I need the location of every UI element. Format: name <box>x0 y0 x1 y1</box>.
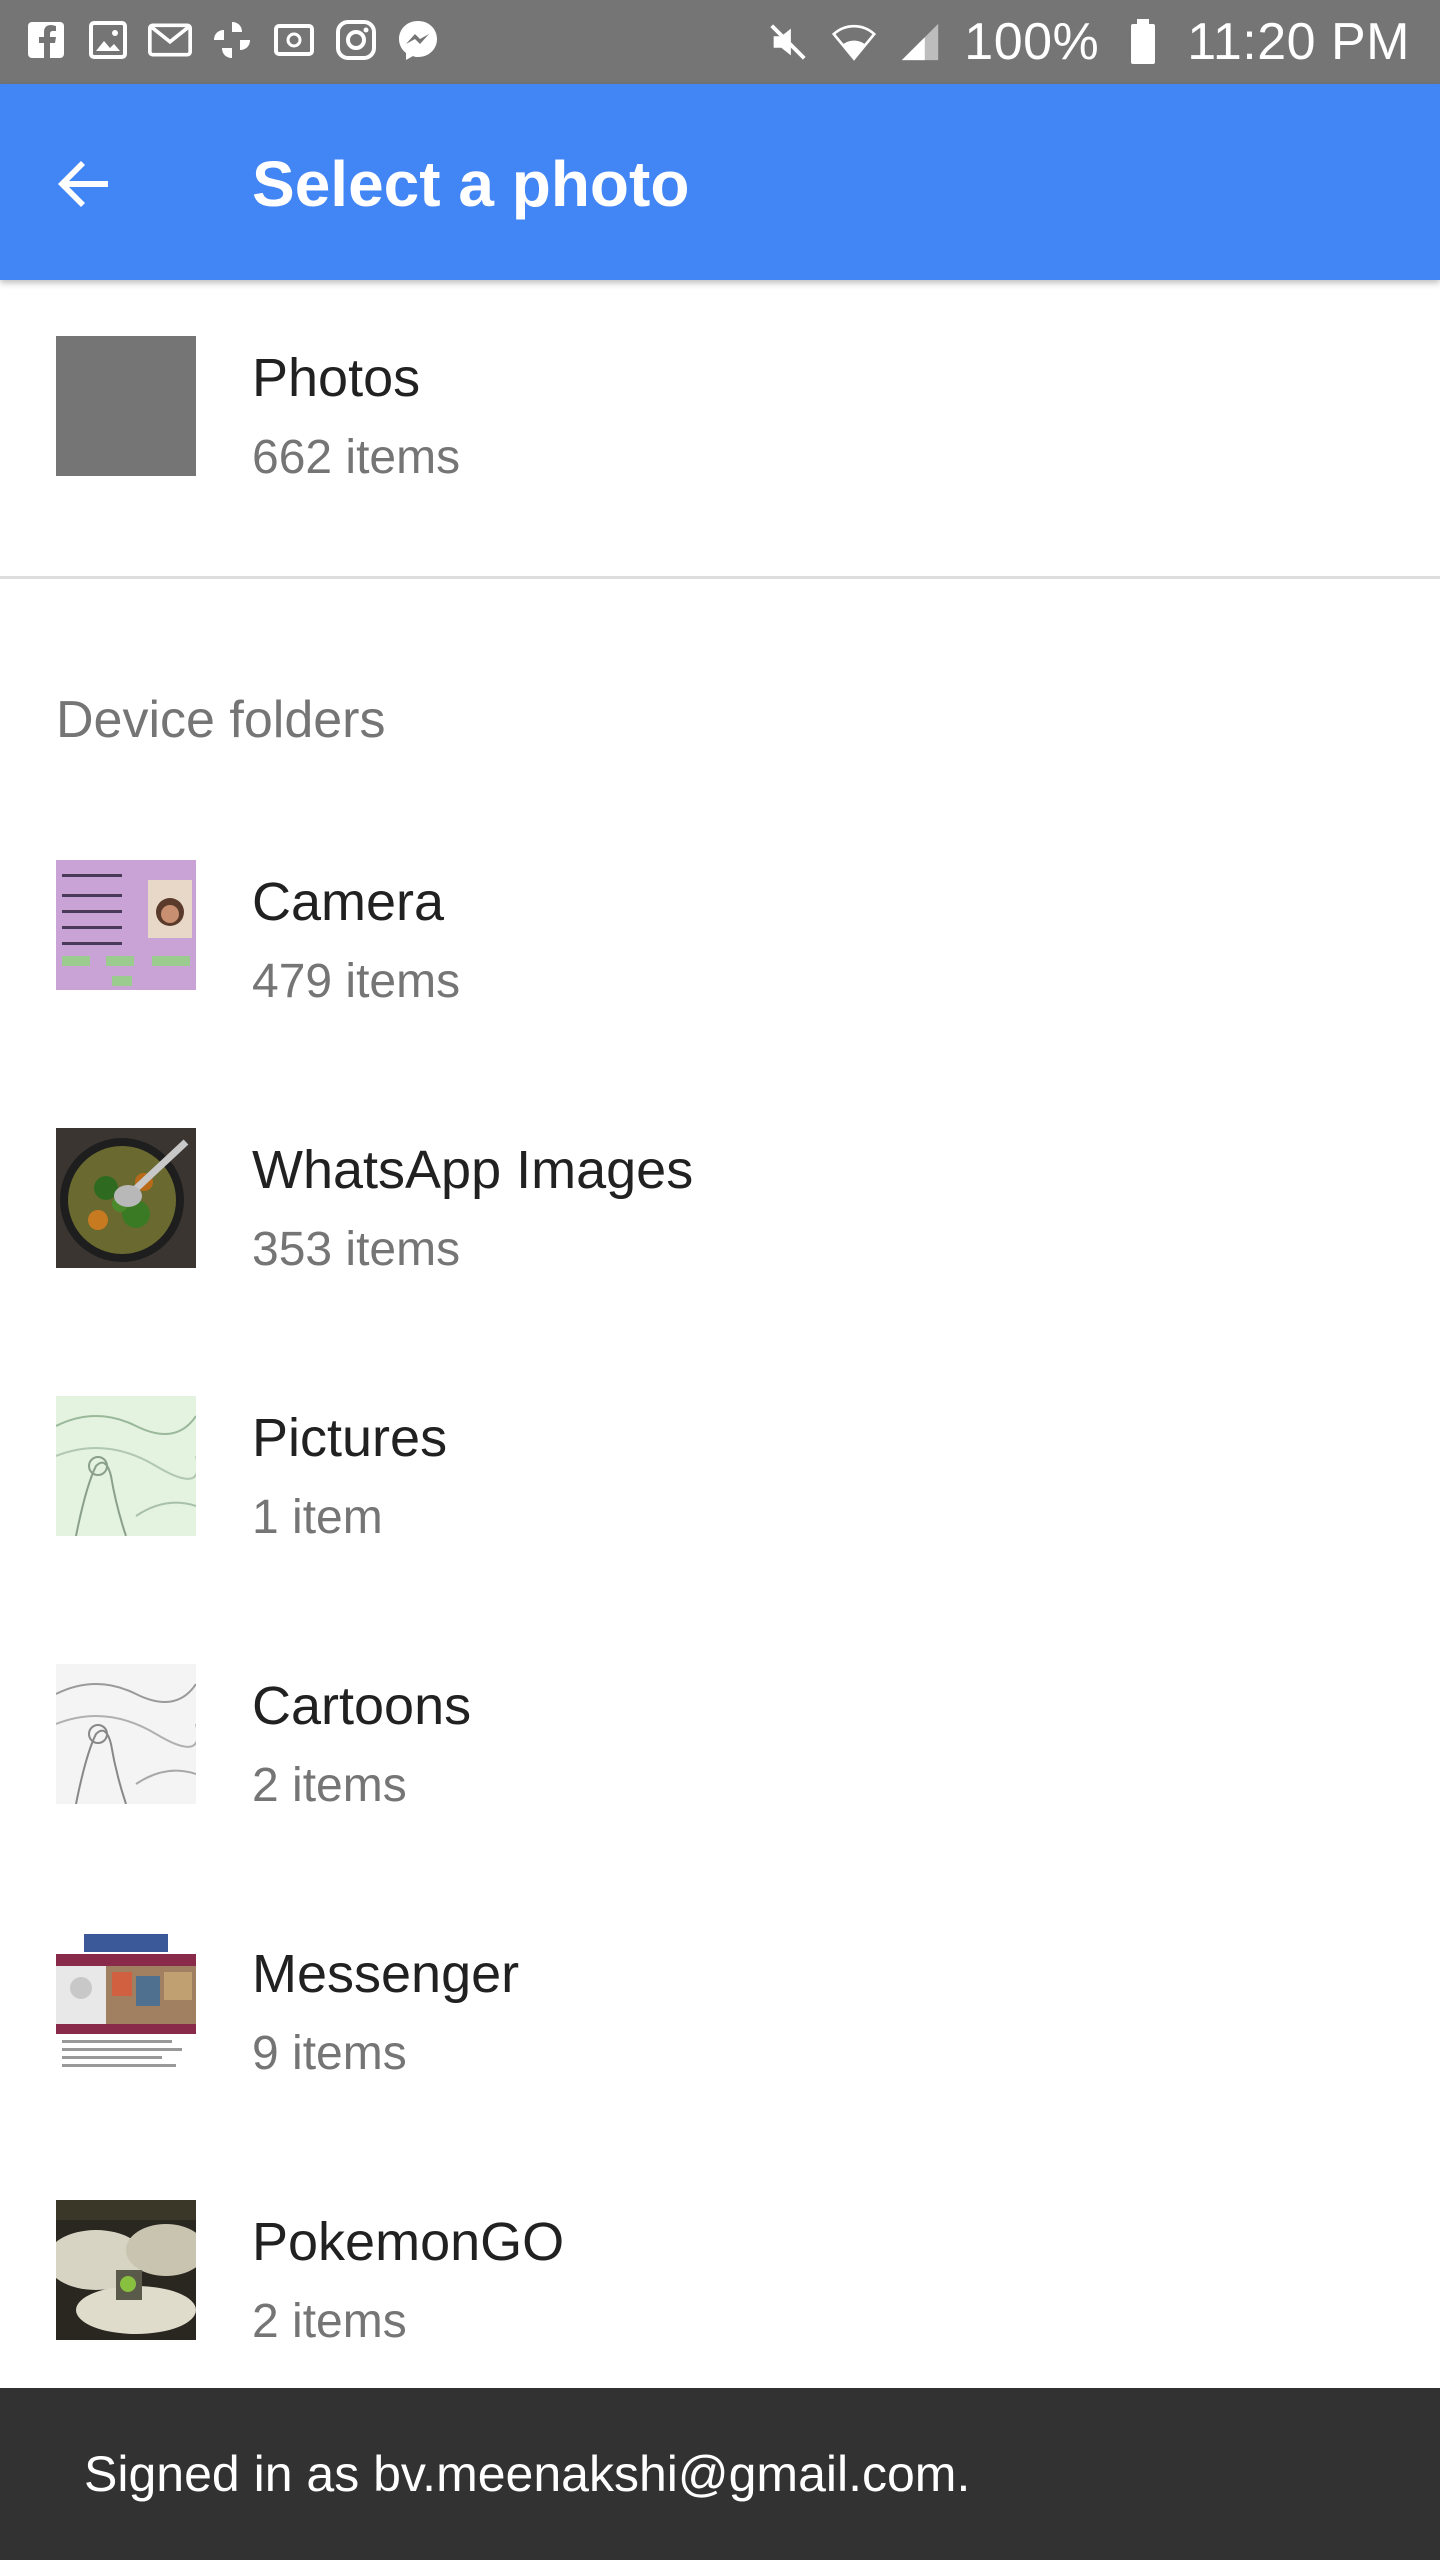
folder-thumbnail <box>56 1664 196 1804</box>
folder-row-camera[interactable]: Camera 479 items <box>0 860 1440 1060</box>
notification-icons <box>24 18 440 62</box>
folder-name: PokemonGO <box>252 2212 565 2272</box>
section-header-device-folders: Device folders <box>56 691 386 749</box>
app-bar: Select a photo <box>0 84 1440 280</box>
system-status: 100% 11:20 PM <box>766 0 1410 84</box>
folder-thumbnail <box>56 860 196 1000</box>
facebook-icon <box>24 18 68 62</box>
folder-row-whatsapp-images[interactable]: WhatsApp Images 353 items <box>0 1128 1440 1328</box>
wifi-icon <box>832 20 877 64</box>
album-name: Photos <box>252 348 421 408</box>
battery-icon <box>1121 19 1165 64</box>
back-button[interactable] <box>50 150 118 218</box>
status-bar: 100% 11:20 PM <box>0 0 1440 84</box>
arrow-back-icon <box>58 161 108 207</box>
album-count: 662 items <box>252 431 461 484</box>
folder-row-cartoons[interactable]: Cartoons 2 items <box>0 1664 1440 1864</box>
folder-thumbnail <box>56 1932 196 2072</box>
signal-icon <box>898 20 942 64</box>
cast-icon <box>272 18 316 62</box>
gmail-icon <box>148 18 192 62</box>
folder-row-pictures[interactable]: Pictures 1 item <box>0 1396 1440 1596</box>
folder-count: 2 items <box>252 1759 407 1812</box>
folder-count: 479 items <box>252 955 461 1008</box>
folder-thumbnail <box>56 1396 196 1536</box>
messenger-icon <box>396 18 440 62</box>
folder-count: 9 items <box>252 2027 407 2080</box>
snackbar: Signed in as bv.meenakshi@gmail.com. <box>0 2388 1440 2560</box>
clock: 11:20 PM <box>1187 13 1410 71</box>
folder-thumbnail <box>56 1128 196 1268</box>
instagram-icon <box>334 18 378 62</box>
mute-icon <box>766 20 810 64</box>
divider <box>0 576 1440 579</box>
signed-in-message: Signed in as bv.meenakshi@gmail.com. <box>84 2446 971 2502</box>
folder-count: 1 item <box>252 1491 383 1544</box>
gallery-icon <box>86 18 130 62</box>
pinwheel-icon <box>210 18 254 62</box>
folder-row-messenger[interactable]: Messenger 9 items <box>0 1932 1440 2132</box>
folder-count: 353 items <box>252 1223 461 1276</box>
album-row-photos[interactable]: Photos 662 items <box>0 336 1440 536</box>
folder-count: 2 items <box>252 2295 407 2348</box>
folder-name: WhatsApp Images <box>252 1140 694 1200</box>
folder-name: Camera <box>252 872 445 932</box>
folder-thumbnail <box>56 2200 196 2340</box>
folder-row-pokemongo[interactable]: PokemonGO 2 items <box>0 2200 1440 2400</box>
page-title: Select a photo <box>252 148 690 220</box>
folder-name: Messenger <box>252 1944 520 2004</box>
album-thumbnail <box>56 336 196 476</box>
battery-percentage: 100% <box>964 13 1100 71</box>
folder-name: Cartoons <box>252 1676 472 1736</box>
folder-name: Pictures <box>252 1408 448 1468</box>
